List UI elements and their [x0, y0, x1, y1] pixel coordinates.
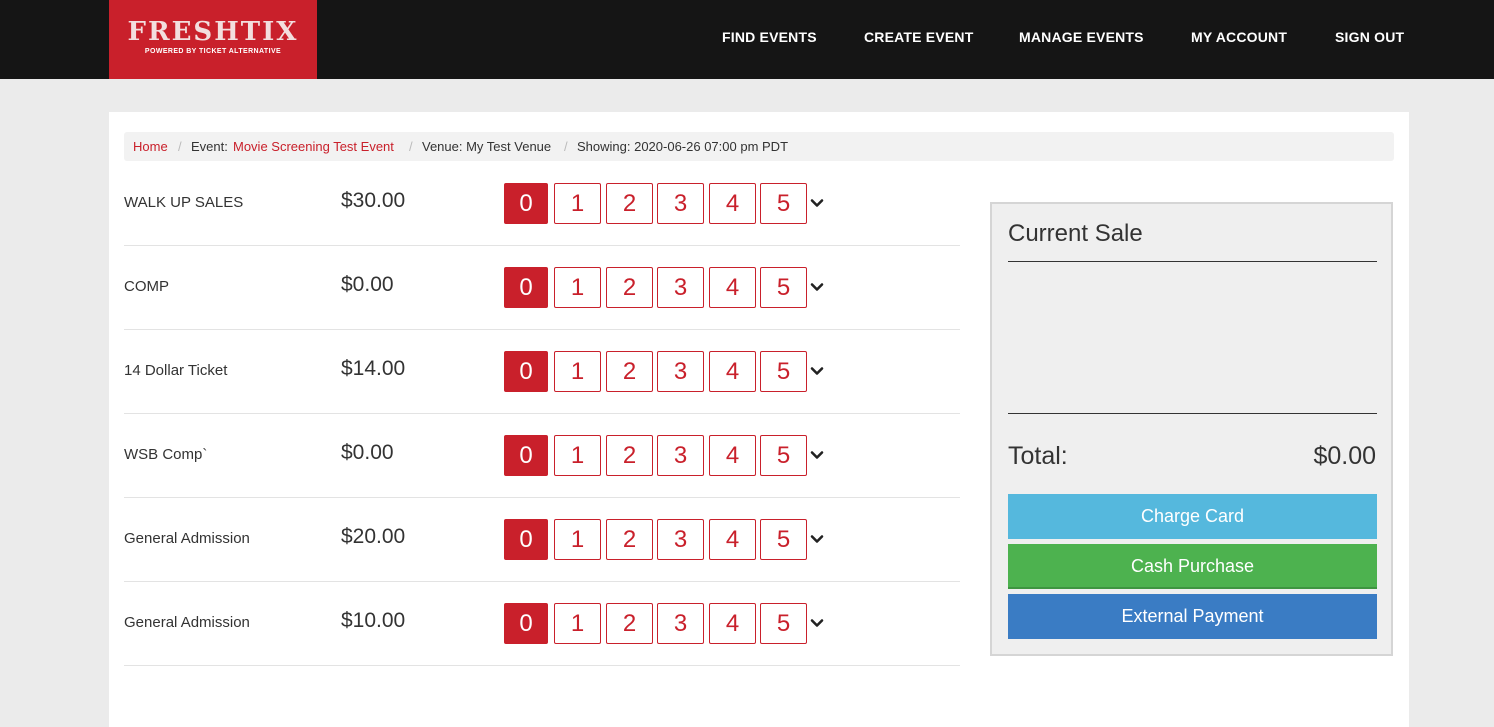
- freshtix-logo[interactable]: FRESHTIX POWERED BY TICKET ALTERNATIVE: [109, 0, 317, 79]
- ticket-name: General Admission: [124, 530, 250, 547]
- breadcrumb-showing: Showing: 2020-06-26 07:00 pm PDT: [577, 139, 789, 154]
- nav-sign-out[interactable]: SIGN OUT: [1335, 29, 1404, 45]
- quantity-button-4[interactable]: 4: [709, 603, 756, 644]
- ticket-name: WSB Comp`: [124, 446, 208, 463]
- quantity-button-5[interactable]: 5: [760, 519, 807, 560]
- charge-card-button[interactable]: Charge Card: [1008, 494, 1377, 539]
- breadcrumb-event-label: Event:: [191, 139, 228, 154]
- chevron-down-icon[interactable]: [810, 448, 824, 462]
- quantity-button-2[interactable]: 2: [606, 603, 653, 644]
- chevron-down-icon[interactable]: [810, 196, 824, 210]
- logo-wordmark: FRESHTIX: [127, 17, 299, 47]
- quantity-button-5[interactable]: 5: [760, 183, 807, 224]
- breadcrumb: Home / Event: Movie Screening Test Event…: [124, 132, 1394, 161]
- divider: [1008, 261, 1377, 262]
- ticket-name: 14 Dollar Ticket: [124, 362, 228, 379]
- quantity-button-1[interactable]: 1: [554, 435, 601, 476]
- quantity-button-2[interactable]: 2: [606, 519, 653, 560]
- quantity-button-4[interactable]: 4: [709, 435, 756, 476]
- total-label: Total:: [1008, 442, 1068, 470]
- ticket-row: General Admission $20.00 0 1 2 3 4 5: [124, 498, 960, 582]
- breadcrumb-event-link[interactable]: Movie Screening Test Event: [233, 132, 394, 161]
- ticket-price: $0.00: [341, 273, 394, 296]
- quantity-button-0[interactable]: 0: [504, 267, 548, 308]
- logo-tagline: POWERED BY TICKET ALTERNATIVE: [144, 48, 282, 55]
- quantity-button-3[interactable]: 3: [657, 435, 704, 476]
- quantity-button-4[interactable]: 4: [709, 267, 756, 308]
- quantity-button-1[interactable]: 1: [554, 267, 601, 308]
- ticket-name: WALK UP SALES: [124, 194, 244, 211]
- quantity-button-2[interactable]: 2: [606, 183, 653, 224]
- current-sale-title: Current Sale: [1008, 220, 1143, 247]
- current-sale-panel: Current Sale Total: $0.00 Charge Card Ca…: [990, 202, 1393, 656]
- quantity-button-0[interactable]: 0: [504, 351, 548, 392]
- ticket-row: 14 Dollar Ticket $14.00 0 1 2 3 4 5: [124, 330, 960, 414]
- quantity-button-5[interactable]: 5: [760, 351, 807, 392]
- divider: [1008, 413, 1377, 414]
- quantity-button-1[interactable]: 1: [554, 183, 601, 224]
- ticket-row: WALK UP SALES $30.00 0 1 2 3 4 5: [124, 162, 960, 246]
- top-navbar: FRESHTIX POWERED BY TICKET ALTERNATIVE F…: [0, 0, 1494, 79]
- breadcrumb-separator: /: [178, 139, 182, 154]
- ticket-row: General Admission $10.00 0 1 2 3 4 5: [124, 582, 960, 666]
- external-payment-button[interactable]: External Payment: [1008, 594, 1377, 639]
- quantity-button-0[interactable]: 0: [504, 183, 548, 224]
- main-panel: Home / Event: Movie Screening Test Event…: [109, 112, 1409, 727]
- quantity-button-5[interactable]: 5: [760, 267, 807, 308]
- quantity-button-1[interactable]: 1: [554, 351, 601, 392]
- quantity-button-5[interactable]: 5: [760, 603, 807, 644]
- ticket-price: $30.00: [341, 189, 406, 212]
- ticket-price: $10.00: [341, 609, 406, 632]
- nav-find-events[interactable]: FIND EVENTS: [722, 29, 817, 45]
- total-value: $0.00: [1313, 442, 1376, 470]
- quantity-button-3[interactable]: 3: [657, 267, 704, 308]
- quantity-button-4[interactable]: 4: [709, 351, 756, 392]
- chevron-down-icon[interactable]: [810, 364, 824, 378]
- breadcrumb-separator: /: [564, 139, 568, 154]
- ticket-price: $20.00: [341, 525, 406, 548]
- quantity-button-3[interactable]: 3: [657, 519, 704, 560]
- quantity-button-0[interactable]: 0: [504, 435, 548, 476]
- quantity-button-2[interactable]: 2: [606, 267, 653, 308]
- quantity-button-2[interactable]: 2: [606, 435, 653, 476]
- ticket-name: COMP: [124, 278, 169, 295]
- ticket-price: $0.00: [341, 441, 394, 464]
- quantity-button-1[interactable]: 1: [554, 603, 601, 644]
- quantity-button-0[interactable]: 0: [504, 519, 548, 560]
- ticket-row: COMP $0.00 0 1 2 3 4 5: [124, 246, 960, 330]
- chevron-down-icon[interactable]: [810, 616, 824, 630]
- chevron-down-icon[interactable]: [810, 532, 824, 546]
- quantity-button-1[interactable]: 1: [554, 519, 601, 560]
- ticket-name: General Admission: [124, 614, 250, 631]
- nav-manage-events[interactable]: MANAGE EVENTS: [1019, 29, 1144, 45]
- nav-my-account[interactable]: MY ACCOUNT: [1191, 29, 1287, 45]
- ticket-price: $14.00: [341, 357, 406, 380]
- breadcrumb-venue: Venue: My Test Venue: [422, 139, 552, 154]
- breadcrumb-separator: /: [409, 139, 413, 154]
- nav-create-event[interactable]: CREATE EVENT: [864, 29, 974, 45]
- ticket-row: WSB Comp` $0.00 0 1 2 3 4 5: [124, 414, 960, 498]
- quantity-button-3[interactable]: 3: [657, 351, 704, 392]
- quantity-button-3[interactable]: 3: [657, 603, 704, 644]
- quantity-button-0[interactable]: 0: [504, 603, 548, 644]
- quantity-button-4[interactable]: 4: [709, 183, 756, 224]
- quantity-button-3[interactable]: 3: [657, 183, 704, 224]
- quantity-button-2[interactable]: 2: [606, 351, 653, 392]
- chevron-down-icon[interactable]: [810, 280, 824, 294]
- cash-purchase-button[interactable]: Cash Purchase: [1008, 544, 1377, 589]
- quantity-button-4[interactable]: 4: [709, 519, 756, 560]
- breadcrumb-home-link[interactable]: Home: [133, 132, 168, 161]
- quantity-button-5[interactable]: 5: [760, 435, 807, 476]
